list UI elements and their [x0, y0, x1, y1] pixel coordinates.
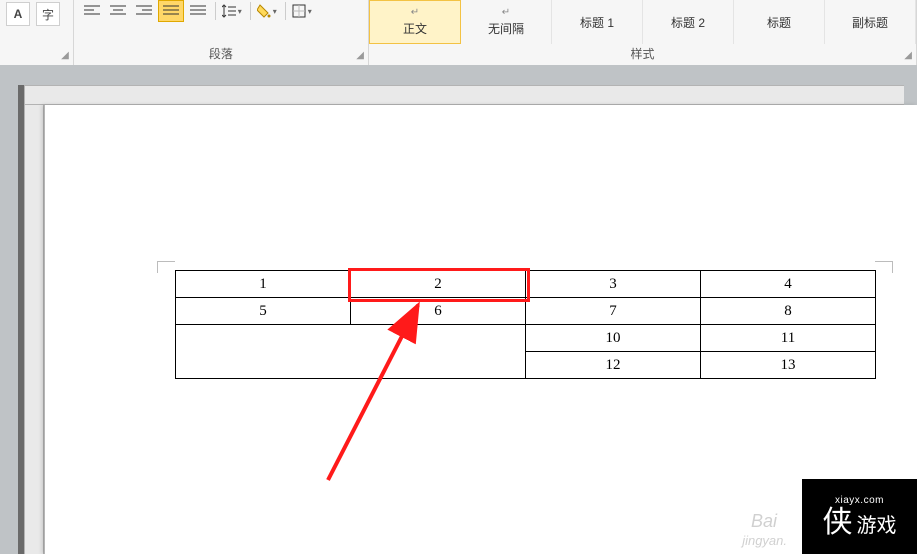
borders-button[interactable]: ▾ [291, 1, 315, 21]
table-cell[interactable]: 10 [526, 325, 701, 352]
table-row[interactable]: 5 6 7 8 [176, 298, 876, 325]
styles-dialog-launcher-icon[interactable]: ◢ [904, 49, 912, 63]
table-cell[interactable]: 3 [526, 271, 701, 298]
style-heading1[interactable]: 标题 1 [552, 0, 643, 44]
logo-text: 游戏 [857, 509, 897, 538]
style-subtitle[interactable]: 副标题 [825, 0, 916, 44]
logo-url: xiayx.com [835, 495, 884, 506]
group-styles: ↵正文 ↵无间隔 标题 1 标题 2 标题 副标题 样式 ◢ [369, 0, 917, 65]
paragraph-dialog-launcher-icon[interactable]: ◢ [356, 49, 364, 63]
table-cell[interactable]: 5 [176, 298, 351, 325]
style-no-spacing[interactable]: ↵无间隔 [461, 0, 552, 44]
table-cell[interactable]: 4 [701, 271, 876, 298]
document-page[interactable]: 1 2 3 4 5 6 7 8 10 11 12 13 [44, 105, 917, 554]
table-cell[interactable]: 6 [351, 298, 526, 325]
group-paragraph: ▾ ▾ ▾ 段落 ◢ [74, 0, 369, 65]
style-title[interactable]: 标题 [734, 0, 825, 44]
table-cell-merged[interactable] [176, 325, 526, 379]
table-cell[interactable]: 12 [526, 352, 701, 379]
font-dialog-launcher-icon[interactable]: ◢ [61, 49, 69, 63]
table-row[interactable]: 10 11 [176, 325, 876, 352]
group-font: A 字 ◢ [0, 0, 74, 65]
styles-group-label: 样式 ◢ [369, 47, 916, 65]
styles-gallery[interactable]: ↵正文 ↵无间隔 标题 1 标题 2 标题 副标题 [369, 0, 916, 44]
table-cell[interactable]: 11 [701, 325, 876, 352]
watermark-baidu: Bai [751, 511, 777, 532]
shading-button[interactable]: ▾ [256, 1, 280, 21]
align-left-button[interactable] [80, 1, 104, 21]
vertical-ruler[interactable] [24, 105, 44, 554]
font-highlight-button[interactable]: A [6, 2, 30, 26]
style-normal[interactable]: ↵正文 [369, 0, 461, 44]
font-group-label: ◢ [0, 47, 73, 65]
table-cell[interactable]: 1 [176, 271, 351, 298]
site-logo: xiayx.com 侠 游戏 [802, 479, 917, 554]
table-cell[interactable]: 7 [526, 298, 701, 325]
line-spacing-button[interactable]: ▾ [221, 1, 245, 21]
workspace: 1 2 3 4 5 6 7 8 10 11 12 13 [0, 65, 917, 554]
align-distribute-button[interactable] [186, 1, 210, 21]
style-heading2[interactable]: 标题 2 [643, 0, 734, 44]
document-table[interactable]: 1 2 3 4 5 6 7 8 10 11 12 13 [175, 270, 876, 379]
table-row[interactable]: 1 2 3 4 [176, 271, 876, 298]
align-right-button[interactable] [132, 1, 156, 21]
ribbon: A 字 ◢ ▾ ▾ ▾ [0, 0, 917, 66]
table-cell[interactable]: 13 [701, 352, 876, 379]
margin-bracket-tr [875, 261, 893, 273]
char-border-button[interactable]: 字 [36, 2, 60, 26]
align-center-button[interactable] [106, 1, 130, 21]
table-cell[interactable]: 8 [701, 298, 876, 325]
margin-bracket-tl [157, 261, 175, 273]
table-cell[interactable]: 2 [351, 271, 526, 298]
align-justify-button[interactable] [158, 0, 184, 22]
logo-glyph: 侠 [823, 508, 853, 538]
watermark-jingyan: jingyan. [742, 533, 787, 548]
ruler-tabstops [44, 85, 917, 105]
paragraph-group-label: 段落 ◢ [74, 47, 368, 65]
